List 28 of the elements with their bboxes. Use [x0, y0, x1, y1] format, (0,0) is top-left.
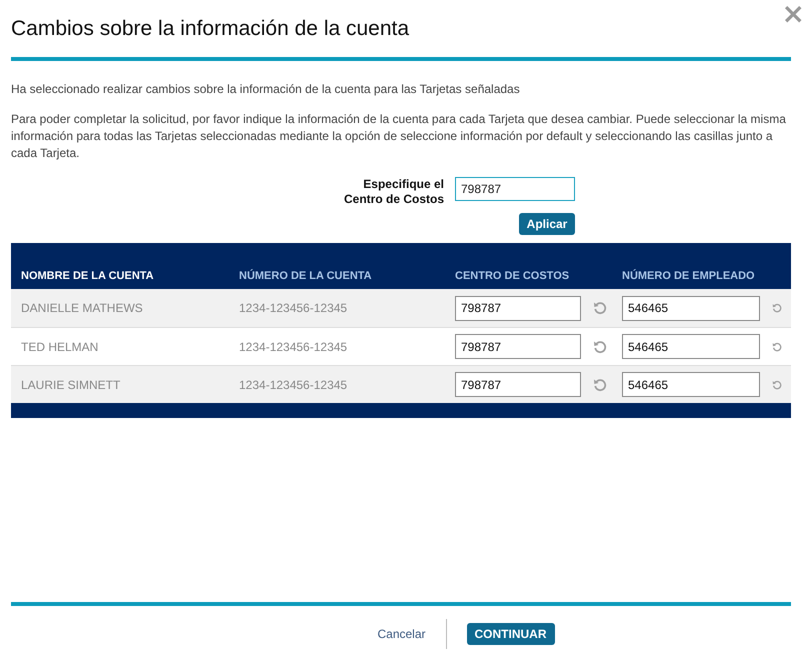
- table-cell-text: DANIELLE MATHEWS: [20, 301, 144, 315]
- intro-text: Ha seleccionado realizar cambios sobre la información de la cuenta para las Tarjetas señaladas: [11, 81, 521, 98]
- column-header[interactable]: NÚMERO DE LA CUENTA: [239, 270, 455, 289]
- cost-center-field[interactable]: 798787: [455, 296, 581, 320]
- table-cell-text: 1234-123456-12345: [239, 378, 348, 392]
- dialog-title: Cambios sobre la información de la cuenta: [11, 17, 410, 41]
- reset-icon[interactable]: [593, 378, 607, 392]
- employee-field[interactable]: 546465: [622, 296, 760, 320]
- employee-field[interactable]: 546465: [622, 372, 760, 397]
- cost-center-field[interactable]: 798787: [455, 177, 575, 201]
- table-cell-text: 1234-123456-12345: [239, 340, 348, 354]
- reset-icon[interactable]: [593, 301, 607, 315]
- reset-icon[interactable]: [593, 340, 607, 354]
- table-cell-text: LAURIE SIMNETT: [20, 378, 122, 392]
- employee-field[interactable]: 546465: [622, 334, 760, 359]
- cancel-link[interactable]: Cancelar: [377, 627, 426, 641]
- cost-center-field[interactable]: 798787: [455, 372, 581, 397]
- apply-button[interactable]: Aplicar: [519, 213, 575, 235]
- table-cell-text: TED HELMAN: [20, 340, 100, 354]
- cost-center-field[interactable]: 798787: [455, 334, 581, 359]
- column-header[interactable]: CENTRO DE COSTOS: [455, 270, 622, 289]
- intro-text: Para poder completar la solicitud, por favor indique la información de la cuenta para cada Tarjeta que desea cambiar. Puede seleccionar la misma información para todas las Tarjetas seleccionadas mediante la opción de seleccione información por default y seleccionando las casillas junto a cada Tarjeta.: [11, 111, 787, 162]
- table-cell-text: 1234-123456-12345: [239, 301, 348, 315]
- field-label: Especifique el Centro de Costos: [342, 177, 444, 207]
- reset-icon[interactable]: [772, 301, 782, 315]
- column-header[interactable]: NOMBRE DE LA CUENTA: [11, 270, 239, 289]
- column-header[interactable]: NÚMERO DE EMPLEADO: [622, 270, 782, 289]
- continue-button[interactable]: CONTINUAR: [466, 623, 555, 645]
